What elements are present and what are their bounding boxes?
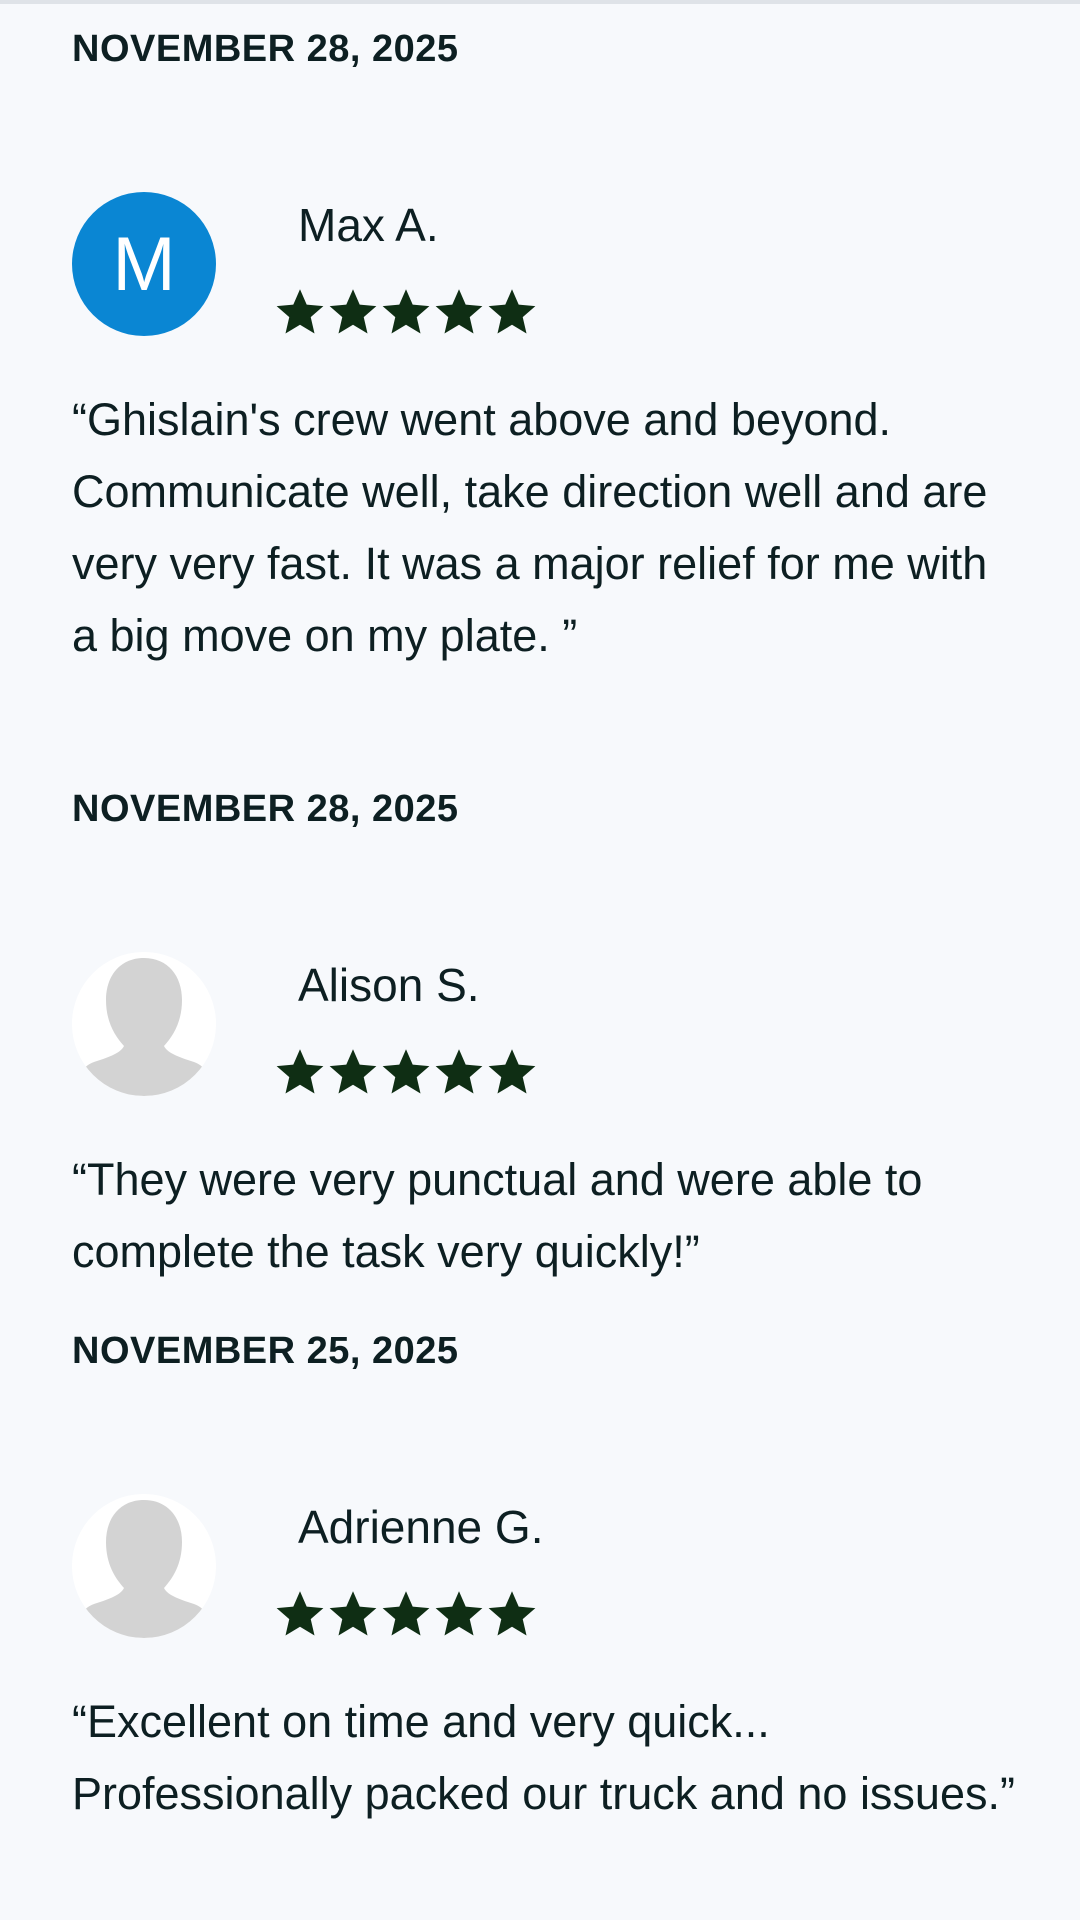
star-rating: [274, 286, 539, 342]
review-date: NOVEMBER 28, 2025: [72, 28, 459, 70]
avatar: [72, 1494, 216, 1638]
star-rating: [274, 1588, 539, 1644]
star-icon: [382, 289, 430, 334]
review-text: “Excellent on time and very quick... Pro…: [72, 1696, 1015, 1819]
review-text: “They were very punctual and were able t…: [72, 1154, 923, 1277]
star-icon: [276, 289, 324, 334]
avatar-initial: M: [112, 221, 176, 307]
star-icon: [435, 1049, 483, 1094]
user-placeholder-icon: [72, 952, 216, 1096]
star-icon: [488, 1591, 536, 1636]
star-icon: [382, 1591, 430, 1636]
avatar: [72, 952, 216, 1096]
star-icon: [435, 1591, 483, 1636]
review-date: NOVEMBER 25, 2025: [72, 1330, 459, 1372]
review-date: NOVEMBER 28, 2025: [72, 788, 459, 830]
reviewer-name: Adrienne G.: [298, 1501, 544, 1553]
star-icon: [488, 289, 536, 334]
review-text: “Ghislain's crew went above and beyond. …: [72, 394, 988, 661]
star-icon: [382, 1049, 430, 1094]
star-icon: [329, 289, 377, 334]
star-icon: [329, 1591, 377, 1636]
star-icon: [276, 1591, 324, 1636]
reviewer-name: Max A.: [298, 199, 439, 251]
star-rating: [274, 1046, 539, 1102]
star-icon: [488, 1049, 536, 1094]
reviewer-name: Alison S.: [298, 959, 480, 1011]
star-icon: [435, 289, 483, 334]
avatar: M: [72, 192, 216, 336]
star-icon: [276, 1049, 324, 1094]
user-placeholder-icon: [72, 1494, 216, 1638]
top-divider: [0, 0, 1080, 4]
star-icon: [329, 1049, 377, 1094]
